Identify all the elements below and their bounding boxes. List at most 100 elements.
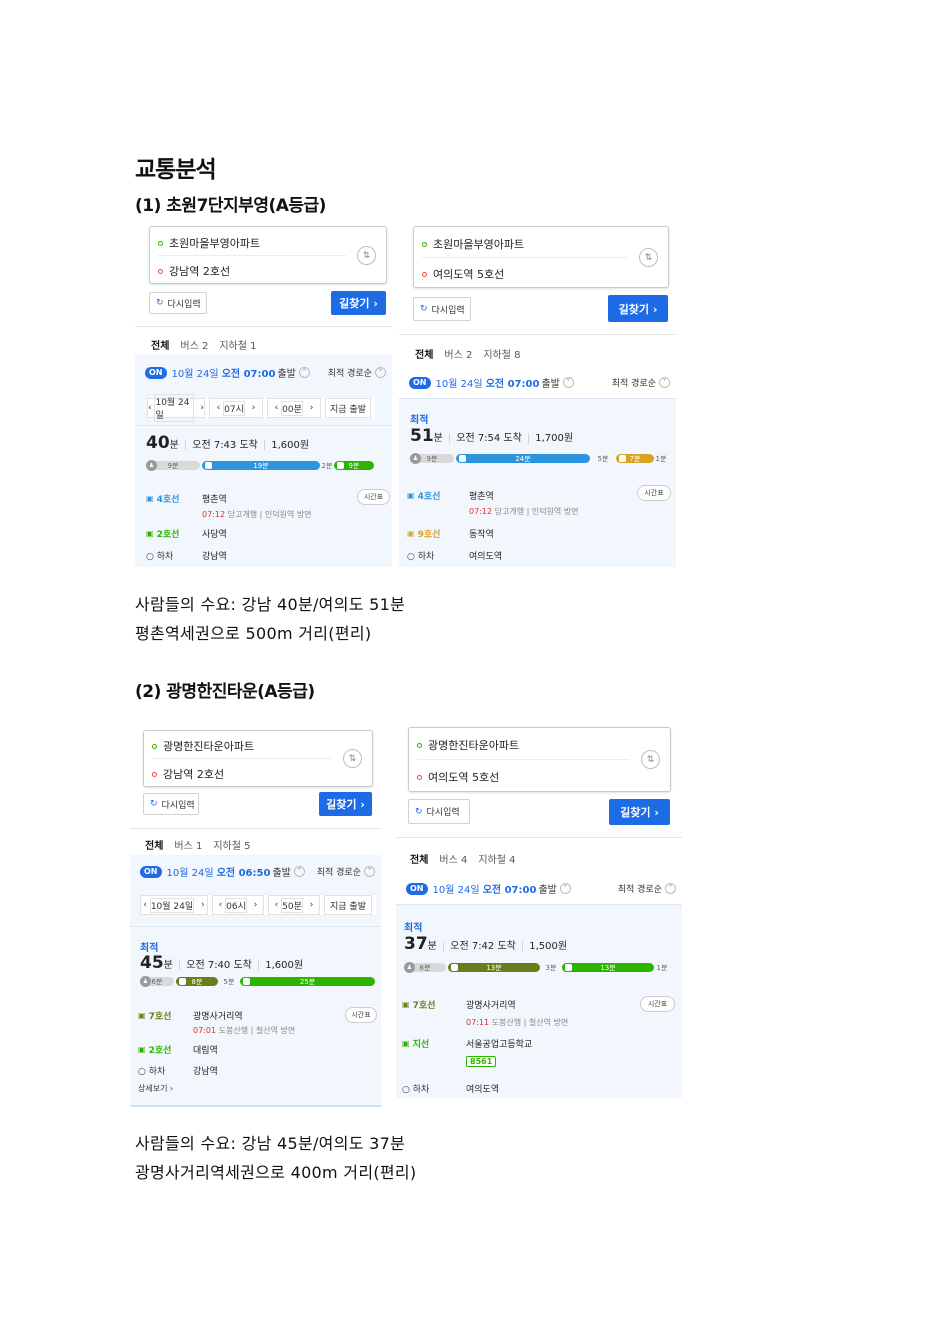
tab-subway[interactable]: 지하철 1: [219, 337, 256, 352]
timetable-button[interactable]: 시간표: [357, 489, 390, 505]
leg2-line: ▣ 지선: [402, 1039, 430, 1050]
leg1-line: ▣ 7호선: [138, 1011, 172, 1022]
leg2-line: ▣ 2호선: [138, 1045, 172, 1056]
destination-field[interactable]: 여의도역 5호선: [422, 266, 504, 282]
timetable-button[interactable]: 시간표: [637, 485, 671, 501]
subway-icon: ▣: [146, 529, 154, 538]
route-input-box: 광명한진타운아파트 강남역 2호선 ⇅: [143, 730, 373, 787]
departure-row[interactable]: ON 10월 24일 오전 07:00 출발 ˅ 최적 경로순 ˅: [406, 881, 676, 896]
tab-bus[interactable]: 버스 2: [180, 337, 208, 352]
section-2-paragraph: 사람들의 수요: 강남 45분/여의도 37분 광명사거리역세권으로 400m …: [135, 1129, 416, 1187]
depart-date: 10월 24일 오전 07:00: [432, 885, 537, 896]
hour-select[interactable]: ‹ 07시 ›: [209, 398, 263, 418]
results-panel: 최적 37 분 | 오전 7:42 도착 | 1,500원 6분 ♟ 13분 3분 13분…: [396, 904, 682, 1098]
chevron-down-icon: ˅: [562, 377, 574, 388]
leg1-departure: 07:11 도봉산행 | 철산역 방면: [466, 1018, 569, 1027]
reinput-button[interactable]: ↻ 다시입력: [149, 292, 207, 314]
result-tabs: 전체 버스 2 지하철 1: [151, 337, 392, 352]
date-select[interactable]: ‹ 10월 24일 ›: [140, 895, 208, 915]
sort-dropdown[interactable]: 최적 경로순 ˅: [328, 366, 386, 379]
minute-select[interactable]: ‹ 00분 ›: [267, 398, 321, 418]
reinput-button[interactable]: ↻ 다시입력: [413, 297, 471, 321]
leg2-station: 동작역: [469, 530, 494, 540]
destination-text: 여의도역 5호선: [433, 268, 505, 281]
now-depart-button[interactable]: 지금 출발: [325, 398, 371, 418]
leg1-departure: 07:01 도봉산행 | 철산역 방면: [193, 1026, 296, 1035]
destination-dot-icon: [152, 771, 157, 777]
refresh-icon: ↻: [420, 304, 428, 314]
origin-field[interactable]: 광명한진타운아파트: [152, 738, 254, 754]
subway-icon: [205, 462, 212, 469]
tab-all[interactable]: 전체: [410, 851, 428, 866]
origin-dot-icon: [158, 240, 163, 246]
departure-row[interactable]: ON 10월 24일 오전 06:50 출발 ˄ 최적 경로순 ˅: [140, 864, 375, 879]
subway-icon: ▣: [146, 494, 154, 503]
route-input-box: 초원마을부영아파트 여의도역 5호선 ⇅: [413, 226, 669, 288]
results-panel: ON 10월 24일 오전 07:00 출발 ˄ 최적 경로순 ˅ ‹ 10월 2…: [135, 355, 392, 567]
leg2-station: 서울공업고등학교: [466, 1040, 533, 1050]
subway-icon: [337, 462, 344, 469]
leg2-station: 사당역: [202, 530, 227, 540]
departure-row[interactable]: ON 10월 24일 오전 07:00 출발 ˄ 최적 경로순 ˅: [145, 365, 386, 380]
timetable-button[interactable]: 시간표: [640, 996, 675, 1012]
walk-end-gap: 1분: [655, 454, 667, 463]
leg1-station: 광명사거리역: [193, 1012, 243, 1022]
tab-all[interactable]: 전체: [145, 837, 163, 852]
details-link[interactable]: 상세보기 ›: [138, 1083, 173, 1094]
tab-subway[interactable]: 지하철 5: [213, 837, 250, 852]
origin-field[interactable]: 광명한진타운아파트: [417, 737, 519, 753]
departure-row[interactable]: ON 10월 24일 오전 07:00 출발 ˅ 최적 경로순 ˅: [409, 375, 670, 390]
station-distance-line: 평촌역세권으로 500m 거리(편리): [135, 624, 372, 643]
origin-text: 초원마을부영아파트: [169, 237, 261, 250]
destination-dot-icon: [417, 774, 422, 780]
now-depart-button[interactable]: 지금 출발: [324, 895, 372, 915]
tab-subway[interactable]: 지하철 4: [478, 851, 515, 866]
destination-field[interactable]: 강남역 2호선: [158, 263, 230, 279]
tab-bus[interactable]: 버스 2: [444, 346, 472, 361]
hour-select[interactable]: ‹ 06시 ›: [212, 895, 264, 915]
find-route-button[interactable]: 길찾기 ›: [319, 792, 372, 816]
find-route-button[interactable]: 길찾기 ›: [331, 291, 386, 315]
sort-dropdown[interactable]: 최적 경로순 ˅: [317, 865, 375, 878]
chevron-down-icon: ˅: [559, 883, 571, 894]
find-route-button[interactable]: 길찾기 ›: [608, 295, 668, 322]
origin-field[interactable]: 초원마을부영아파트: [422, 236, 524, 252]
tab-subway[interactable]: 지하철 8: [483, 346, 520, 361]
origin-dot-icon: [417, 742, 422, 748]
date-select[interactable]: ‹ 10월 24일 ›: [147, 394, 205, 422]
destination-field[interactable]: 여의도역 5호선: [417, 769, 499, 785]
timetable-button[interactable]: 시간표: [345, 1007, 377, 1023]
reinput-button[interactable]: ↻ 다시입력: [143, 793, 199, 815]
swap-icon[interactable]: ⇅: [343, 749, 362, 768]
tab-all[interactable]: 전체: [151, 337, 169, 352]
sort-dropdown[interactable]: 최적 경로순 ˅: [612, 376, 670, 389]
line4-segment: 24분: [456, 454, 590, 463]
reinput-button[interactable]: ↻ 다시입력: [408, 799, 470, 824]
on-badge: ON: [409, 376, 431, 389]
tab-bus[interactable]: 버스 4: [439, 851, 467, 866]
on-badge: ON: [140, 865, 162, 878]
leg2-line: ▣ 9호선: [407, 529, 441, 540]
transfer-gap: 5분: [597, 454, 609, 463]
destination-field[interactable]: 강남역 2호선: [152, 766, 224, 782]
tab-bus[interactable]: 버스 1: [174, 837, 202, 852]
subway-icon: ▣: [138, 1011, 146, 1020]
sort-dropdown[interactable]: 최적 경로순 ˅: [618, 882, 676, 895]
alight-label: ○ 하차: [407, 552, 435, 562]
depart-date: 10월 24일 오전 06:50: [166, 868, 271, 879]
swap-icon[interactable]: ⇅: [641, 750, 660, 769]
transfer-gap: 2분: [321, 461, 333, 470]
find-route-button[interactable]: 길찾기 ›: [609, 799, 670, 825]
leg2-station: 대림역: [193, 1046, 218, 1056]
swap-icon[interactable]: ⇅: [357, 246, 376, 265]
chevron-down-icon: ˅: [665, 883, 676, 894]
leg1-station: 광명사거리역: [466, 1001, 516, 1011]
swap-icon[interactable]: ⇅: [639, 248, 658, 267]
destination-text: 여의도역 5호선: [428, 771, 500, 784]
tab-all[interactable]: 전체: [415, 346, 433, 361]
origin-text: 광명한진타운아파트: [428, 739, 520, 752]
section-1-paragraph: 사람들의 수요: 강남 40분/여의도 51분 평촌역세권으로 500m 거리(…: [135, 590, 405, 648]
origin-field[interactable]: 초원마을부영아파트: [158, 235, 260, 251]
subway-icon: ▣: [407, 491, 415, 500]
minute-select[interactable]: ‹ 50분 ›: [268, 895, 320, 915]
